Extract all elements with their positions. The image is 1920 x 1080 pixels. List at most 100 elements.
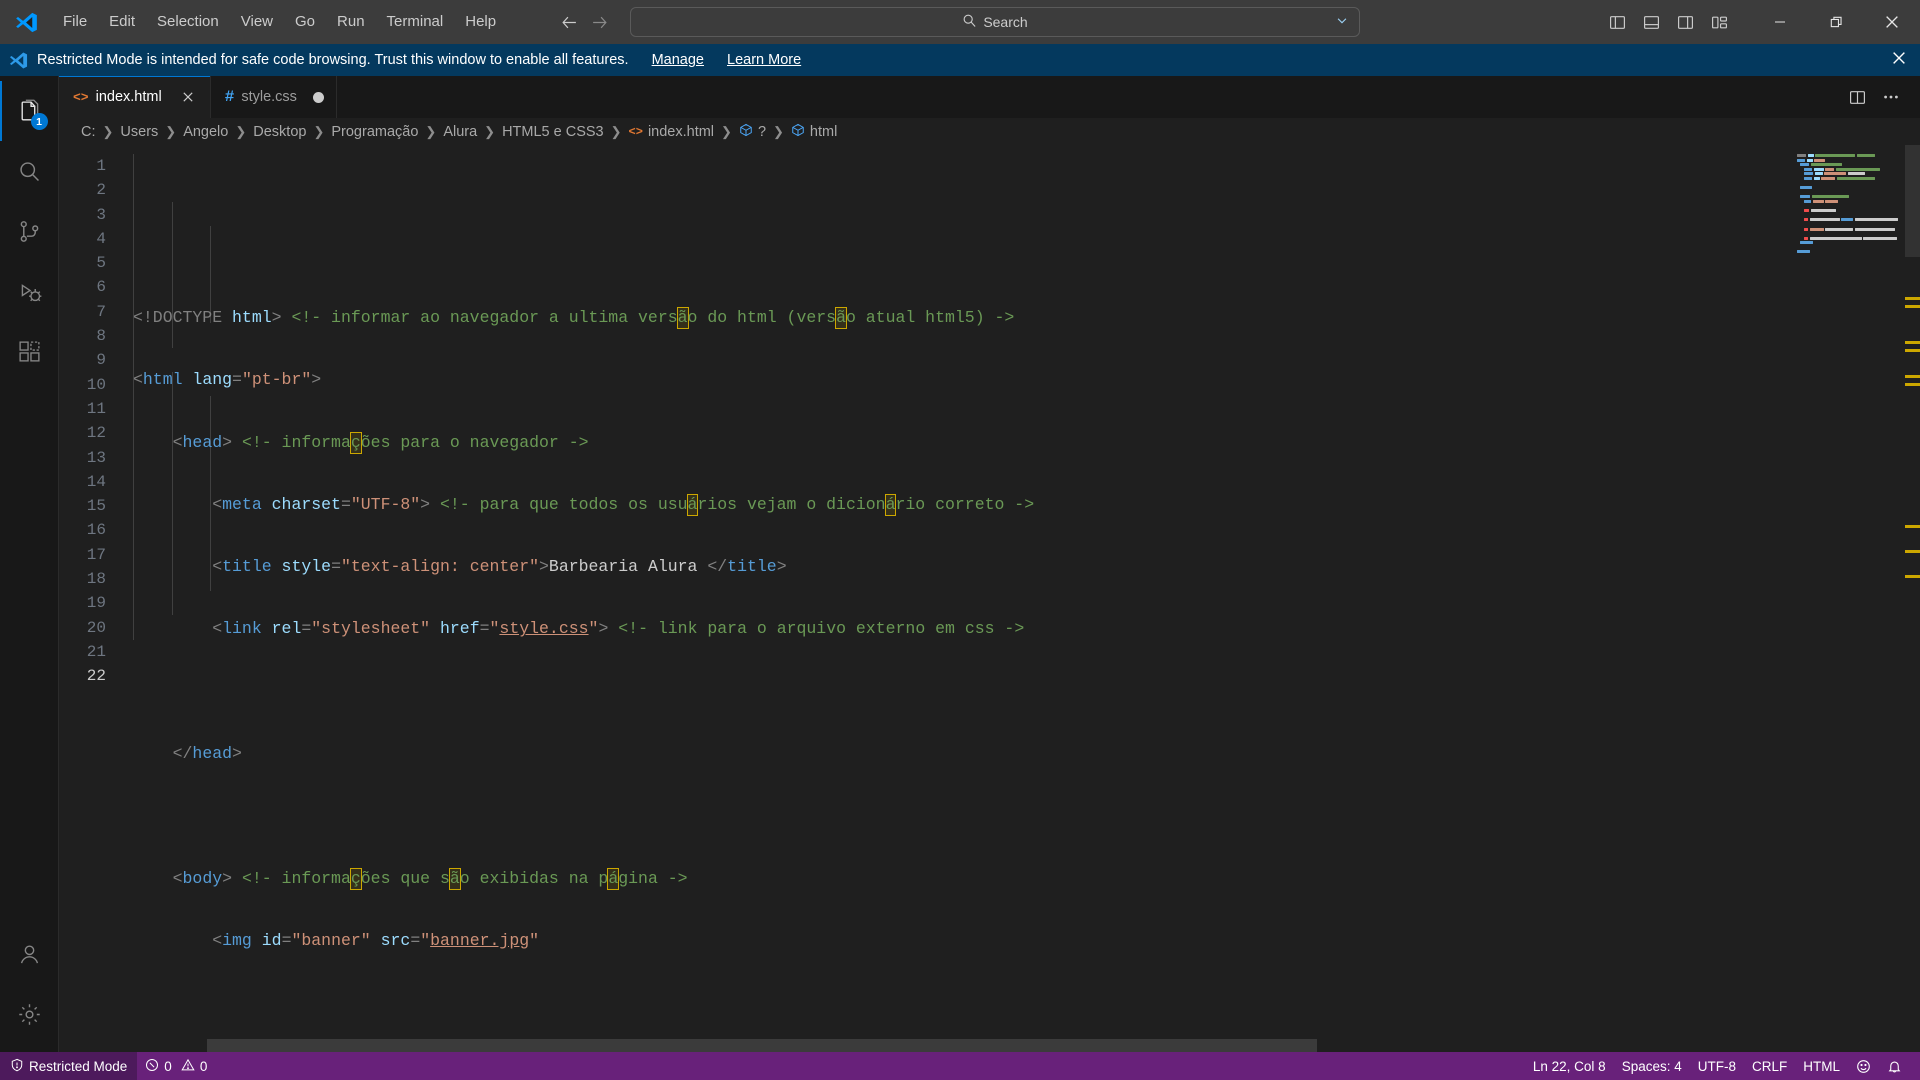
breadcrumb: C: ❯ Users ❯ Angelo ❯ Desktop ❯ Programa…	[59, 118, 1920, 145]
symbol-element-icon	[791, 123, 805, 141]
menu-view[interactable]: View	[230, 8, 284, 36]
sidebar-item-extensions[interactable]	[0, 321, 59, 381]
status-bar: Restricted Mode 0 0 Ln 22, Col 8 Spaces:…	[0, 1052, 1920, 1080]
toggle-panel-icon[interactable]	[1634, 5, 1668, 39]
banner-manage-link[interactable]: Manage	[652, 52, 704, 68]
line-number: 6	[96, 278, 106, 297]
code-editor[interactable]: 1 2 3 4 5 6 7 8 9 10 11 12 13 14 15 16 1…	[59, 145, 1920, 1052]
status-restricted-mode[interactable]: Restricted Mode	[0, 1052, 138, 1080]
breadcrumb-separator: ❯	[610, 123, 622, 139]
breadcrumb-item-symbol-unknown[interactable]: ?	[739, 123, 766, 141]
line-number: 16	[86, 521, 106, 540]
menu-help[interactable]: Help	[454, 8, 507, 36]
breadcrumb-separator: ❯	[102, 123, 114, 139]
tab-label: style.css	[241, 89, 297, 105]
code-content[interactable]: <!DOCTYPE html> <!- informar ao navegado…	[133, 145, 1920, 1052]
window-controls	[1752, 0, 1920, 44]
vscode-logo-icon	[0, 11, 52, 34]
sidebar-item-explorer[interactable]: 1	[0, 81, 59, 141]
banner-message: Restricted Mode is intended for safe cod…	[37, 52, 629, 68]
close-button[interactable]	[1864, 0, 1920, 44]
sidebar-item-search[interactable]	[0, 141, 59, 201]
bell-icon[interactable]	[1879, 1052, 1910, 1080]
breadcrumb-separator: ❯	[235, 123, 247, 139]
overview-ruler-mark	[1905, 297, 1920, 300]
minimize-button[interactable]	[1752, 0, 1808, 44]
scrollbar-thumb[interactable]	[207, 1039, 1317, 1052]
chevron-down-icon[interactable]	[1335, 14, 1349, 31]
gear-icon[interactable]	[0, 984, 59, 1044]
code-line: <link rel="stylesheet" href="style.css">…	[212, 619, 1025, 639]
banner-learn-more-link[interactable]: Learn More	[727, 52, 801, 68]
breadcrumb-item-desktop[interactable]: Desktop	[253, 124, 306, 140]
toggle-primary-sidebar-icon[interactable]	[1600, 5, 1634, 39]
line-number: 14	[86, 472, 106, 491]
breadcrumb-item-alura[interactable]: Alura	[443, 124, 477, 140]
warning-count: 0	[199, 1058, 208, 1074]
breadcrumb-separator: ❯	[773, 123, 784, 139]
dirty-indicator[interactable]	[312, 91, 324, 103]
scrollbar-thumb[interactable]	[1905, 145, 1920, 257]
search-icon	[962, 13, 977, 31]
status-language-mode[interactable]: HTML	[1795, 1052, 1848, 1080]
line-number: 11	[86, 399, 106, 418]
close-icon[interactable]	[178, 87, 198, 107]
menu-edit[interactable]: Edit	[98, 8, 146, 36]
accounts-button[interactable]	[0, 924, 59, 984]
breadcrumb-item-programacao[interactable]: Programação	[331, 124, 418, 140]
arrow-left-icon[interactable]	[560, 13, 578, 31]
split-editor-icon[interactable]	[1842, 82, 1872, 112]
status-cursor-position[interactable]: Ln 22, Col 8	[1525, 1052, 1614, 1080]
overview-ruler-mark	[1905, 550, 1920, 553]
tab-style-css[interactable]: # style.css	[210, 76, 337, 118]
breadcrumb-item-symbol-html[interactable]: html	[791, 123, 837, 141]
menu-terminal[interactable]: Terminal	[376, 8, 455, 36]
status-eol[interactable]: CRLF	[1744, 1052, 1795, 1080]
status-indentation[interactable]: Spaces: 4	[1614, 1052, 1690, 1080]
code-line: <!DOCTYPE html> <!- informar ao navegado…	[133, 307, 1015, 329]
line-number: 18	[86, 570, 106, 589]
restore-button[interactable]	[1808, 0, 1864, 44]
title-center-group: Search	[560, 7, 1360, 37]
status-problems[interactable]: 0 0	[137, 1052, 215, 1080]
status-encoding[interactable]: UTF-8	[1690, 1052, 1744, 1080]
editor-group: <> index.html # style.css C: ❯ Users ❯ A…	[59, 76, 1920, 1052]
breadcrumb-item-index-html[interactable]: <> index.html	[629, 124, 715, 140]
tab-label: index.html	[95, 89, 162, 105]
breadcrumb-item-angelo[interactable]: Angelo	[183, 124, 228, 140]
line-number: 7	[96, 302, 106, 321]
line-number: 8	[96, 327, 106, 346]
menu-file[interactable]: File	[52, 8, 98, 36]
menu-selection[interactable]: Selection	[146, 8, 230, 36]
banner-close-icon[interactable]	[1892, 50, 1906, 70]
line-number: 12	[86, 424, 106, 443]
more-actions-icon[interactable]	[1876, 82, 1906, 112]
vertical-scrollbar[interactable]	[1905, 145, 1920, 1052]
sidebar-item-run-and-debug[interactable]	[0, 261, 59, 321]
breadcrumb-item-html5-e-css3[interactable]: HTML5 e CSS3	[502, 124, 604, 140]
title-bar: File Edit Selection View Go Run Terminal…	[0, 0, 1920, 44]
layout-controls	[1600, 5, 1736, 39]
smiley-icon[interactable]	[1848, 1052, 1879, 1080]
minimap[interactable]	[1795, 145, 1905, 1052]
breadcrumb-separator: ❯	[165, 123, 177, 139]
line-number: 1	[96, 157, 106, 175]
toggle-secondary-sidebar-icon[interactable]	[1668, 5, 1702, 39]
breadcrumb-item-users[interactable]: Users	[120, 124, 158, 140]
sidebar-item-source-control[interactable]	[0, 201, 59, 261]
menu-go[interactable]: Go	[284, 8, 326, 36]
explorer-badge: 1	[30, 113, 48, 130]
tab-index-html[interactable]: <> index.html	[59, 76, 211, 118]
arrow-right-icon[interactable]	[590, 13, 608, 31]
horizontal-scrollbar[interactable]	[59, 1039, 1905, 1052]
menu-run[interactable]: Run	[326, 8, 376, 36]
status-restricted-mode-label: Restricted Mode	[29, 1058, 128, 1074]
breadcrumb-label: ?	[757, 123, 767, 140]
breadcrumb-item-c[interactable]: C:	[81, 124, 96, 140]
error-circle-icon	[145, 1058, 159, 1075]
activity-bar: 1	[0, 76, 59, 1052]
customize-layout-icon[interactable]	[1702, 5, 1736, 39]
search-input[interactable]: Search	[630, 7, 1360, 37]
